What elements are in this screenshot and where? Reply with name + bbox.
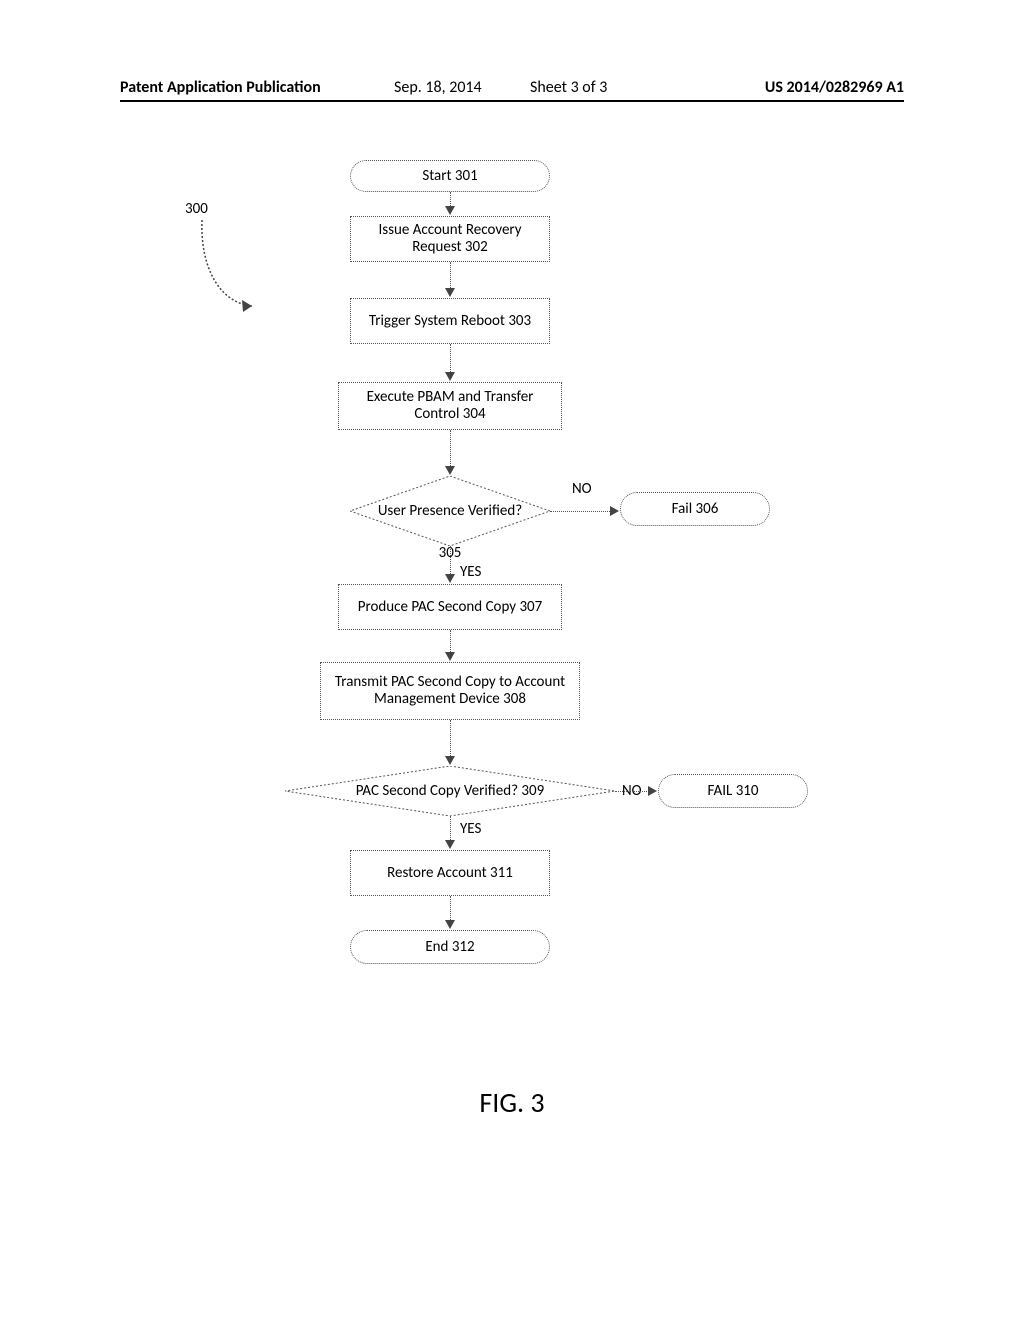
process-restore-account: Restore Account 311: [350, 850, 550, 896]
arrow: [450, 262, 451, 290]
process-execute-pbam: Execute PBAM and Transfer Control 304: [338, 382, 562, 430]
arrowhead-icon: [445, 466, 455, 475]
arrow: [450, 430, 451, 468]
terminator-start-label: Start 301: [422, 168, 477, 185]
process-issue-request-label: Issue Account Recovery Request 302: [357, 222, 543, 256]
process-issue-request: Issue Account Recovery Request 302: [350, 216, 550, 262]
terminator-start: Start 301: [350, 160, 550, 192]
process-produce-pac-label: Produce PAC Second Copy 307: [358, 599, 543, 616]
terminator-end: End 312: [350, 930, 550, 964]
arrow: [450, 546, 451, 576]
arrow: [450, 896, 451, 922]
branch-label-yes: YES: [460, 820, 481, 838]
decision-pac-verified: PAC Second Copy Verified? 309: [285, 766, 615, 816]
process-trigger-reboot: Trigger System Reboot 303: [350, 298, 550, 344]
arrow: [550, 511, 612, 512]
arrow: [450, 720, 451, 758]
process-execute-pbam-label: Execute PBAM and Transfer Control 304: [345, 389, 555, 423]
decision-pac-verified-label: PAC Second Copy Verified? 309: [285, 783, 615, 800]
decision-user-presence-label: User Presence Verified?: [350, 503, 550, 520]
arrow: [615, 791, 651, 792]
process-restore-account-label: Restore Account 311: [387, 865, 513, 882]
arrowhead-icon: [445, 574, 455, 583]
header-separator: [120, 100, 904, 102]
arrowhead-icon: [648, 786, 657, 796]
terminator-fail-306: Fail 306: [620, 492, 770, 526]
reference-curve-arrow: [190, 218, 270, 318]
arrow: [450, 630, 451, 654]
header-date: Sep. 18, 2014: [394, 78, 482, 97]
terminator-end-label: End 312: [425, 939, 474, 956]
arrowhead-icon: [445, 206, 455, 215]
header-publication-label: Patent Application Publication: [120, 78, 321, 97]
header-pub-number: US 2014/0282969 A1: [765, 78, 904, 97]
branch-label-yes: YES: [460, 563, 481, 581]
arrowhead-icon: [445, 756, 455, 765]
arrow: [450, 816, 451, 842]
reference-numeral-300: 300: [185, 200, 208, 218]
figure-label: FIG. 3: [0, 1085, 1024, 1120]
arrowhead-icon: [445, 920, 455, 929]
terminator-fail-306-label: Fail 306: [672, 501, 719, 518]
terminator-fail-310: FAIL 310: [658, 774, 808, 808]
arrowhead-icon: [610, 506, 619, 516]
arrowhead-icon: [445, 840, 455, 849]
arrow: [450, 344, 451, 374]
terminator-fail-310-label: FAIL 310: [707, 783, 758, 800]
process-trigger-reboot-label: Trigger System Reboot 303: [369, 313, 531, 330]
arrowhead-icon: [445, 288, 455, 297]
arrowhead-icon: [445, 652, 455, 661]
branch-label-no: NO: [572, 480, 592, 498]
process-transmit-pac: Transmit PAC Second Copy to Account Mana…: [320, 662, 580, 720]
header-sheet: Sheet 3 of 3: [530, 78, 607, 97]
process-produce-pac: Produce PAC Second Copy 307: [338, 584, 562, 630]
process-transmit-pac-label: Transmit PAC Second Copy to Account Mana…: [327, 674, 573, 708]
arrowhead-icon: [445, 372, 455, 381]
decision-user-presence: User Presence Verified? 305: [350, 476, 550, 546]
